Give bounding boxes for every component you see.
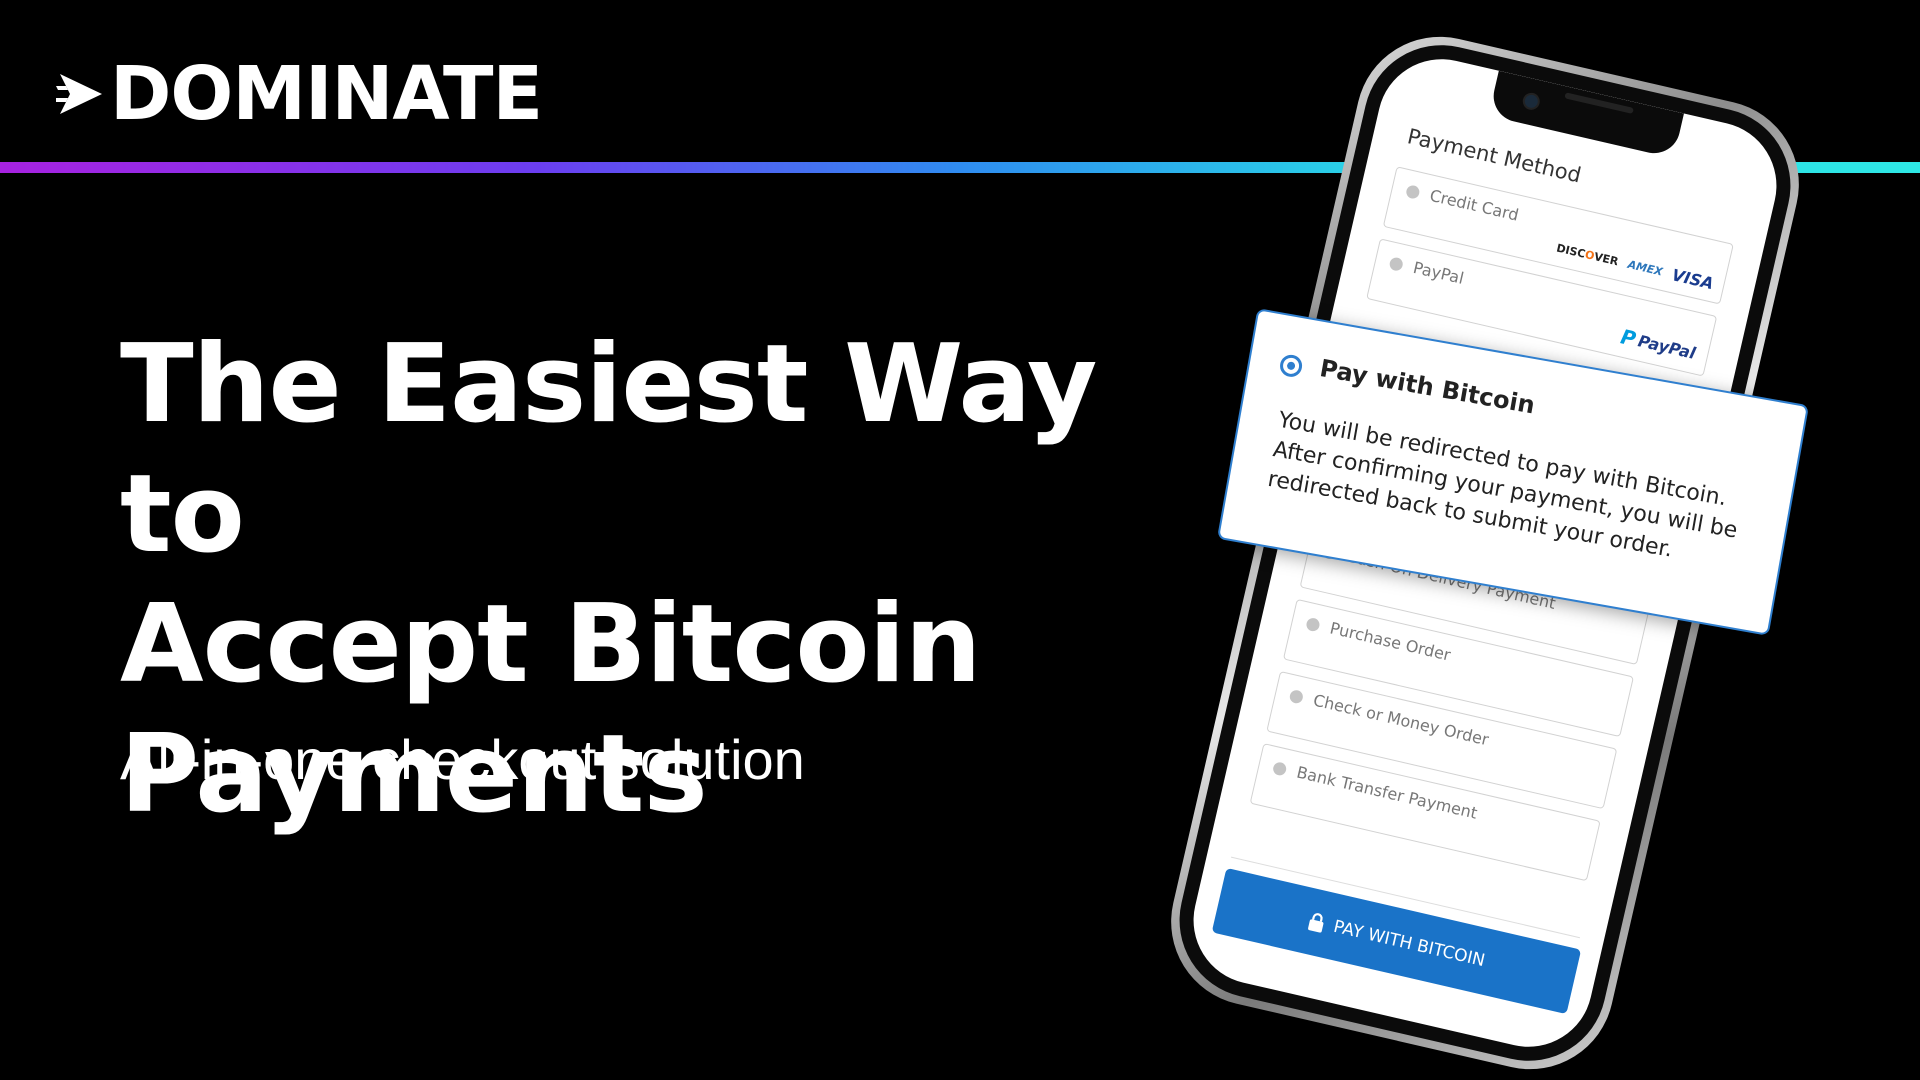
hero-subheadline: All-in-one checkout solution: [120, 728, 805, 791]
radio-unselected-icon[interactable]: [1405, 184, 1421, 200]
payment-option-label: Purchase Order: [1328, 618, 1453, 665]
paypal-p-icon: P: [1618, 324, 1639, 352]
paypal-logo: P PayPal: [1618, 324, 1698, 363]
radio-unselected-icon[interactable]: [1388, 256, 1405, 272]
discover-logo: DISCOVER: [1555, 241, 1620, 269]
brand-name: DOMINATE: [110, 51, 543, 137]
amex-logo: AMEX: [1626, 257, 1664, 279]
headline-line-2: Accept Bitcoin: [120, 582, 982, 707]
lock-icon: [1307, 913, 1324, 933]
radio-unselected-icon[interactable]: [1288, 688, 1305, 705]
radio-unselected-icon[interactable]: [1305, 616, 1321, 633]
payment-option-label: PayPal: [1411, 257, 1466, 288]
bitcoin-option-title: Pay with Bitcoin: [1317, 354, 1537, 420]
radio-unselected-icon[interactable]: [1271, 761, 1288, 777]
payment-option-label: Credit Card: [1427, 185, 1521, 225]
bitcoin-option-description: You will be redirected to pay with Bitco…: [1265, 407, 1740, 563]
headline-line-1: The Easiest Way to: [120, 322, 1097, 577]
brand-logo: DOMINATE: [56, 51, 543, 137]
camera-icon: [1521, 91, 1542, 112]
pay-button-label: PAY WITH BITCOIN: [1331, 916, 1487, 972]
arrow-play-icon: [56, 74, 102, 114]
radio-selected-icon[interactable]: [1278, 353, 1304, 379]
visa-logo: VISA: [1670, 265, 1716, 294]
